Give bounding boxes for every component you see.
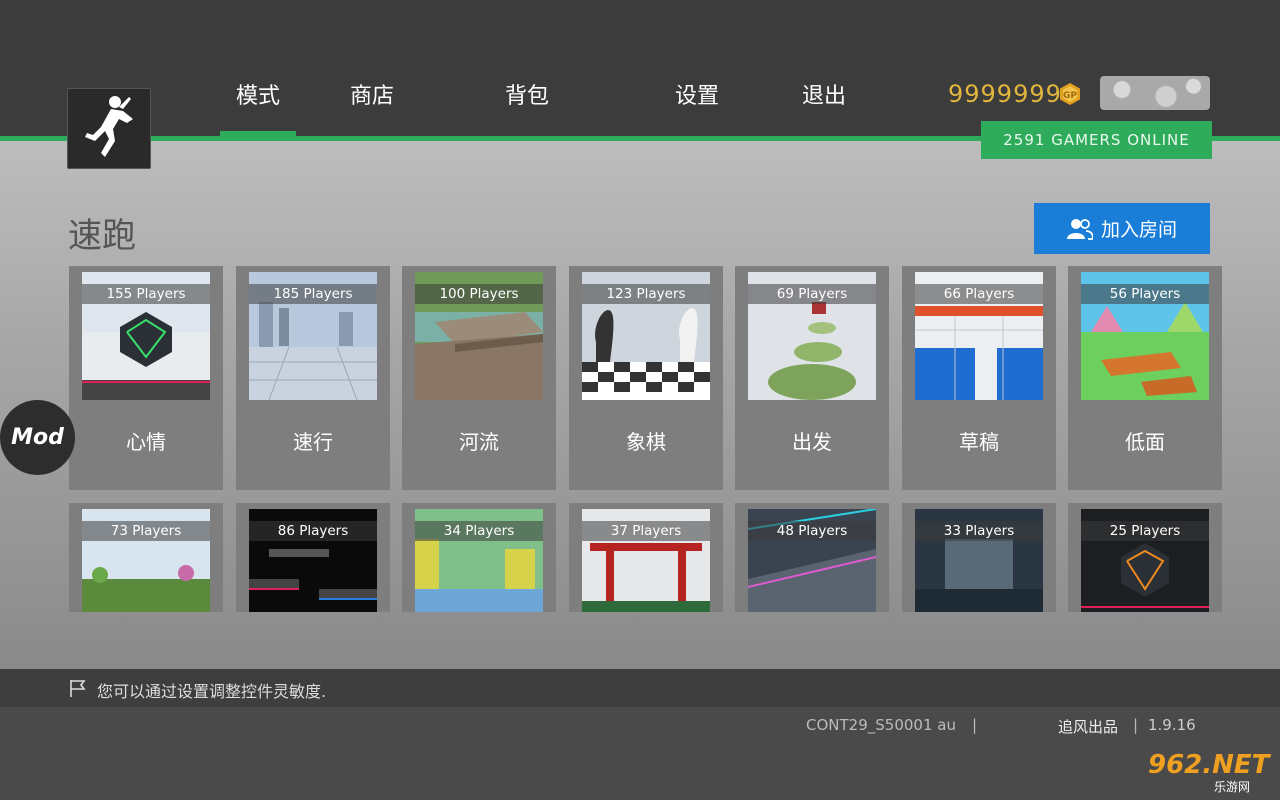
tab-shop[interactable]: 商店 (350, 78, 394, 109)
map-card[interactable]: 37 Players (569, 503, 723, 612)
map-thumbnail: 25 Players (1081, 509, 1209, 612)
mod-badge[interactable]: Mod (0, 400, 75, 475)
users-icon (1066, 218, 1093, 240)
map-card-suxing[interactable]: 185 Players 速行 (236, 266, 390, 490)
map-card[interactable]: 33 Players (902, 503, 1056, 612)
player-count: 100 Players (415, 284, 543, 304)
map-name: 低面 (1125, 430, 1165, 454)
player-count: 56 Players (1081, 284, 1209, 304)
svg-text:GP: GP (1063, 91, 1077, 101)
map-name: 象棋 (626, 430, 666, 454)
map-card-caogao[interactable]: 66 Players 草稿 (902, 266, 1056, 490)
player-count: 73 Players (82, 521, 210, 541)
map-thumbnail: 66 Players (915, 272, 1043, 400)
map-thumbnail: 123 Players (582, 272, 710, 400)
game-logo (67, 88, 151, 169)
map-thumbnail: 86 Players (249, 509, 377, 612)
map-card-heliu[interactable]: 100 Players 河流 (402, 266, 556, 490)
map-thumbnail: 48 Players (748, 509, 876, 612)
map-thumbnail: 33 Players (915, 509, 1043, 612)
map-card-xiangqi[interactable]: 123 Players 象棋 (569, 266, 723, 490)
coin-balance: 9999999 (948, 80, 1062, 108)
player-count: 69 Players (748, 284, 876, 304)
map-thumbnail: 185 Players (249, 272, 377, 400)
join-room-label: 加入房间 (1100, 219, 1177, 241)
map-thumbnail: 155 Players (82, 272, 210, 400)
player-count: 123 Players (582, 284, 710, 304)
footer-separator: | (1133, 716, 1139, 734)
player-count: 86 Players (249, 521, 377, 541)
map-name: 出发 (792, 430, 832, 454)
player-count: 48 Players (748, 521, 876, 541)
player-count: 25 Players (1081, 521, 1209, 541)
map-name: 草稿 (959, 430, 999, 454)
tab-settings[interactable]: 设置 (675, 78, 719, 109)
map-card[interactable]: 86 Players (236, 503, 390, 612)
map-thumbnail: 37 Players (582, 509, 710, 612)
map-thumbnail: 73 Players (82, 509, 210, 612)
map-name: 速行 (293, 430, 333, 454)
map-thumbnail: 34 Players (415, 509, 543, 612)
page-title: 速跑 (68, 216, 136, 256)
join-room-button[interactable]: 加入房间 (1034, 203, 1210, 254)
top-bar (0, 0, 1280, 137)
publisher-label: 追风出品 (1058, 718, 1119, 736)
tab-exit[interactable]: 退出 (802, 78, 846, 109)
site-watermark-sub: 乐游网 (1214, 780, 1251, 794)
version-label: 1.9.16 (1148, 716, 1196, 734)
tip-text: 您可以通过设置调整控件灵敏度. (97, 682, 327, 701)
runner-icon (85, 95, 133, 157)
map-thumbnail: 100 Players (415, 272, 543, 400)
map-thumbnail: 69 Players (748, 272, 876, 400)
map-card[interactable]: 25 Players (1068, 503, 1222, 612)
player-count: 185 Players (249, 284, 377, 304)
site-watermark: 962.NET (1148, 750, 1270, 780)
map-name: 河流 (459, 430, 499, 454)
map-name: 心情 (126, 430, 166, 454)
build-id: CONT29_S50001 au (806, 716, 956, 734)
active-tab-indicator (220, 131, 296, 137)
map-card[interactable]: 34 Players (402, 503, 556, 612)
map-card-chufa[interactable]: 69 Players 出发 (735, 266, 889, 490)
player-count: 155 Players (82, 284, 210, 304)
tab-mode[interactable]: 模式 (236, 78, 280, 109)
footer-separator: | (972, 716, 978, 734)
tab-backpack[interactable]: 背包 (505, 78, 549, 109)
online-count-badge: 2591 GAMERS ONLINE (981, 121, 1212, 159)
map-card-dimian[interactable]: 56 Players 低面 (1068, 266, 1222, 490)
player-avatar[interactable] (1100, 76, 1210, 110)
flag-icon (70, 680, 86, 697)
map-card-xinqing[interactable]: 155 Players 心情 (69, 266, 223, 490)
player-count: 34 Players (415, 521, 543, 541)
player-count: 66 Players (915, 284, 1043, 304)
gold-coin-icon: GP (1060, 83, 1080, 105)
map-card[interactable]: 48 Players (735, 503, 889, 612)
player-count: 37 Players (582, 521, 710, 541)
map-card[interactable]: 73 Players (69, 503, 223, 612)
map-thumbnail: 56 Players (1081, 272, 1209, 400)
player-count: 33 Players (915, 521, 1043, 541)
